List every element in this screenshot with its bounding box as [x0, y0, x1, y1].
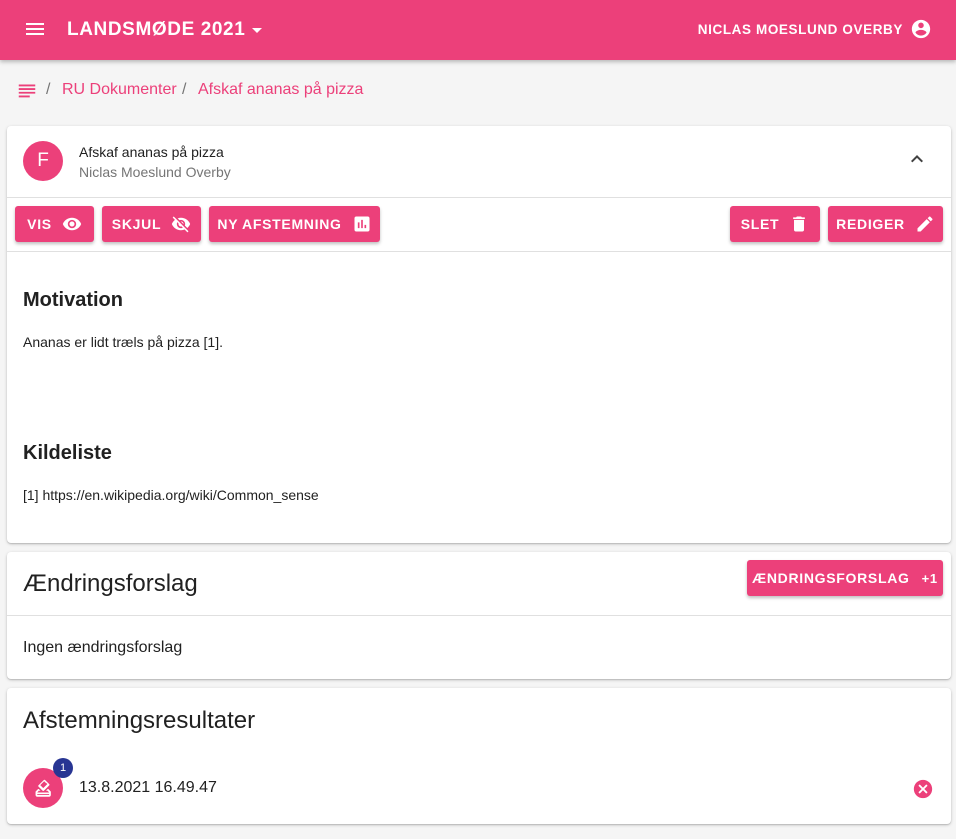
hide-button[interactable]: SKJUL: [102, 206, 201, 242]
motivation-text: Ananas er lidt træls på pizza [1].: [23, 334, 223, 350]
chevron-up-icon[interactable]: [905, 147, 929, 171]
breadcrumb-separator: /: [182, 81, 187, 98]
show-button-label: VIS: [27, 216, 52, 232]
results-card: Afstemningsresultater 1 13.8.2021 16.49.…: [7, 688, 951, 824]
amendments-empty-text: Ingen ændringsforslag: [23, 639, 183, 656]
amendments-heading: Ændringsforslag: [23, 570, 198, 597]
breadcrumb-separator: /: [46, 81, 51, 98]
app-bar: LANDSMØDE 2021 NICLAS MOESLUND OVERBY: [0, 0, 956, 60]
delete-button-label: SLET: [740, 216, 780, 232]
plus-one-icon: +1: [921, 570, 938, 586]
account-circle-icon[interactable]: [910, 18, 932, 40]
new-vote-button[interactable]: NY AFSTEMNING: [209, 206, 380, 242]
close-circle-icon[interactable]: [912, 778, 934, 800]
sources-text: [1] https://en.wikipedia.org/wiki/Common…: [23, 487, 319, 503]
poll-icon: [352, 214, 372, 234]
menu-icon[interactable]: [23, 17, 47, 41]
new-vote-button-label: NY AFSTEMNING: [217, 216, 342, 232]
arrow-drop-down-icon[interactable]: [247, 18, 267, 42]
avatar: F: [23, 141, 63, 181]
document-list-icon[interactable]: [16, 78, 38, 102]
divider: [7, 197, 951, 198]
edit-button-label: REDIGER: [836, 216, 905, 232]
add-amendment-button[interactable]: ÆNDRINGSFORSLAG +1: [747, 560, 943, 596]
vote-count-badge: 1: [53, 758, 73, 778]
breadcrumb-item-current[interactable]: Afskaf ananas på pizza: [198, 78, 363, 102]
hide-button-label: SKJUL: [111, 216, 162, 232]
add-amendment-button-label: ÆNDRINGSFORSLAG: [752, 570, 910, 586]
edit-button[interactable]: REDIGER: [828, 206, 943, 242]
breadcrumb-item-ru-dokumenter[interactable]: RU Dokumenter: [62, 78, 177, 102]
show-button[interactable]: VIS: [15, 206, 94, 242]
document-title: Afskaf ananas på pizza: [79, 144, 224, 160]
divider: [7, 251, 951, 252]
app-title[interactable]: LANDSMØDE 2021: [67, 18, 245, 42]
sources-heading: Kildeliste: [23, 442, 112, 464]
document-author: Niclas Moeslund Overby: [79, 164, 231, 180]
amendments-card: Ændringsforslag ÆNDRINGSFORSLAG +1 Ingen…: [7, 552, 951, 679]
delete-button[interactable]: SLET: [730, 206, 820, 242]
eye-off-icon: [171, 214, 191, 234]
pencil-icon: [915, 214, 935, 234]
user-menu-button[interactable]: NICLAS MOESLUND OVERBY: [698, 21, 903, 39]
eye-icon: [62, 214, 82, 234]
document-card: F Afskaf ananas på pizza Niclas Moeslund…: [7, 126, 951, 543]
results-heading: Afstemningsresultater: [23, 707, 256, 734]
trash-icon: [789, 214, 809, 234]
vote-timestamp: 13.8.2021 16.49.47: [79, 779, 217, 796]
divider: [7, 615, 951, 616]
motivation-heading: Motivation: [23, 289, 123, 311]
